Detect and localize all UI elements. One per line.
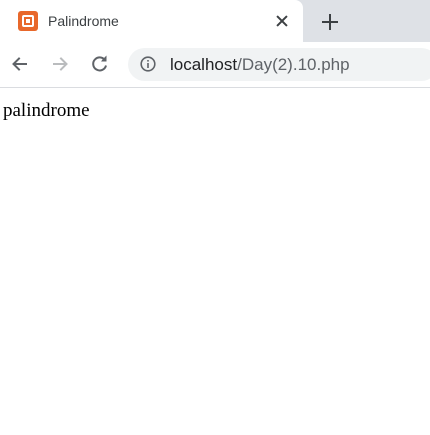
arrow-left-icon bbox=[12, 57, 27, 71]
info-icon[interactable] bbox=[140, 56, 156, 72]
url-host: localhost bbox=[170, 55, 238, 74]
reload-icon bbox=[92, 55, 107, 72]
new-tab-button[interactable] bbox=[316, 8, 344, 36]
page-content: palindrome bbox=[0, 88, 430, 435]
tab-title: Palindrome bbox=[48, 13, 119, 29]
back-button[interactable] bbox=[6, 50, 34, 78]
reload-button[interactable] bbox=[86, 50, 114, 78]
active-tab[interactable]: Palindrome bbox=[0, 0, 303, 42]
arrow-right-icon bbox=[53, 57, 68, 71]
page-body-text: palindrome bbox=[3, 100, 90, 121]
forward-button[interactable] bbox=[46, 50, 74, 78]
url-path: /Day(2).10.php bbox=[237, 55, 350, 74]
address-bar[interactable]: localhost/Day(2).10.php bbox=[128, 48, 430, 81]
browser-toolbar: localhost/Day(2).10.php bbox=[0, 42, 430, 88]
url-text[interactable]: localhost/Day(2).10.php bbox=[170, 55, 350, 75]
close-tab-icon[interactable] bbox=[270, 9, 294, 33]
tab-strip: Palindrome bbox=[0, 0, 430, 42]
xampp-favicon-icon bbox=[18, 11, 38, 31]
browser-window: Palindrome localhost/Day(2).10.php palin… bbox=[0, 0, 430, 435]
